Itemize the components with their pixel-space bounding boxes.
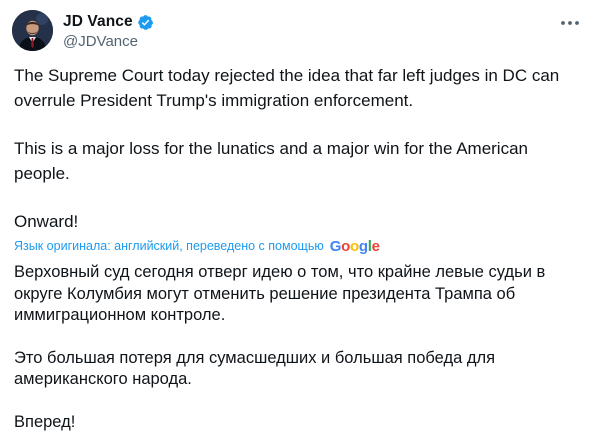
post-paragraph: Onward! [14, 212, 79, 231]
author-display-name[interactable]: JD Vance [63, 13, 133, 31]
post-text: The Supreme Court today rejected the ide… [14, 64, 586, 235]
more-horizontal-icon [561, 21, 579, 25]
translated-paragraph: Верховный суд сегодня отверг идею о том,… [14, 263, 546, 324]
translated-text: Верховный суд сегодня отверг идею о том,… [14, 262, 586, 433]
translation-label: Язык оригинала: английский, переведено с… [14, 239, 324, 253]
avatar-image [12, 10, 53, 51]
more-options-button[interactable] [557, 12, 583, 34]
google-logo: Google [329, 237, 380, 255]
translation-attribution[interactable]: Язык оригинала: английский, переведено с… [14, 236, 380, 256]
translated-paragraph: Это большая потеря для сумасшедших и бол… [14, 348, 496, 389]
post-card: JD Vance @JDVance The Supreme Court toda… [0, 0, 595, 439]
avatar[interactable] [12, 10, 53, 51]
verified-badge-icon [137, 14, 154, 31]
post-paragraph: The Supreme Court today rejected the ide… [14, 66, 560, 110]
translated-paragraph: Вперед! [14, 412, 76, 431]
author-handle[interactable]: @JDVance [63, 33, 138, 50]
author-name-row: JD Vance [63, 11, 154, 33]
post-paragraph: This is a major loss for the lunatics an… [14, 139, 528, 183]
